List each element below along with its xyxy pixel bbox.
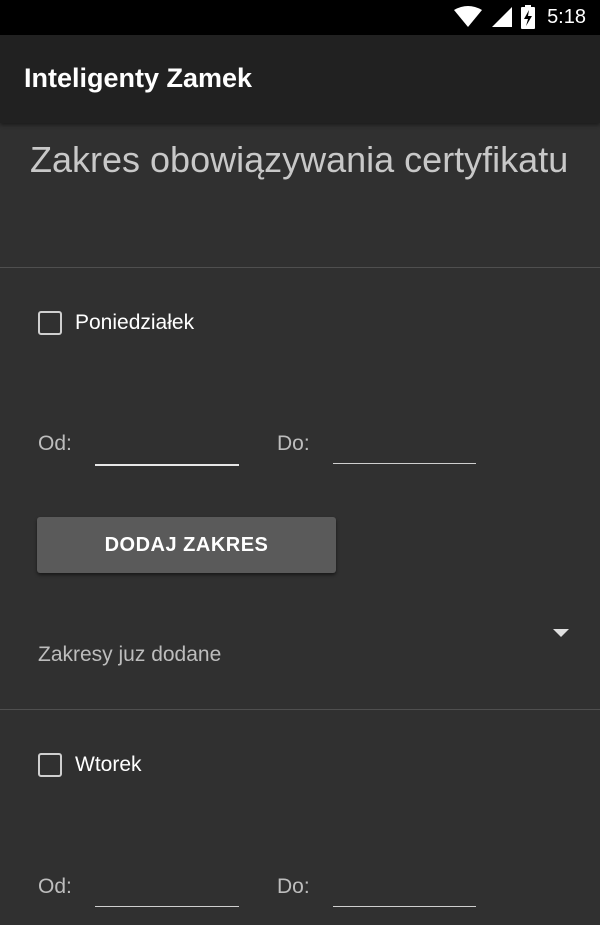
status-time: 5:18 xyxy=(547,5,586,28)
status-icons: 5:18 xyxy=(453,5,586,29)
signal-icon xyxy=(492,7,513,27)
to-label-tuesday: Do: xyxy=(277,875,310,898)
tuesday-label: Wtorek xyxy=(75,753,142,776)
from-time-field-tuesday[interactable] xyxy=(95,882,239,907)
added-ranges-spinner[interactable]: Zakresy juz dodane xyxy=(38,643,221,667)
battery-charging-icon xyxy=(521,5,536,29)
dropdown-arrow-icon[interactable] xyxy=(553,629,569,637)
app-title: Inteligenty Zamek xyxy=(24,63,253,93)
from-label-monday: Od: xyxy=(38,432,72,455)
wifi-icon xyxy=(454,6,483,27)
to-label-monday: Do: xyxy=(277,432,310,455)
monday-checkbox[interactable] xyxy=(38,311,62,335)
add-range-button[interactable]: DODAJ ZAKRES xyxy=(37,517,336,573)
tuesday-checkbox[interactable] xyxy=(38,753,62,777)
divider xyxy=(0,709,600,710)
from-time-field-monday[interactable] xyxy=(95,440,239,466)
section-title: Zakres obowiązywania certyfikatu xyxy=(30,139,569,180)
day-checkbox-row-monday[interactable]: Poniedziałek xyxy=(38,311,194,335)
app-bar: Inteligenty Zamek xyxy=(0,35,600,123)
monday-label: Poniedziałek xyxy=(75,311,195,334)
from-label-tuesday: Od: xyxy=(38,875,72,898)
divider xyxy=(0,267,600,268)
to-time-field-tuesday[interactable] xyxy=(333,882,476,907)
to-time-field-monday[interactable] xyxy=(333,439,476,464)
status-bar: 5:18 xyxy=(0,0,600,35)
content-area[interactable]: Zakres obowiązywania certyfikatu Poniedz… xyxy=(0,123,600,925)
day-checkbox-row-tuesday[interactable]: Wtorek xyxy=(38,753,142,777)
